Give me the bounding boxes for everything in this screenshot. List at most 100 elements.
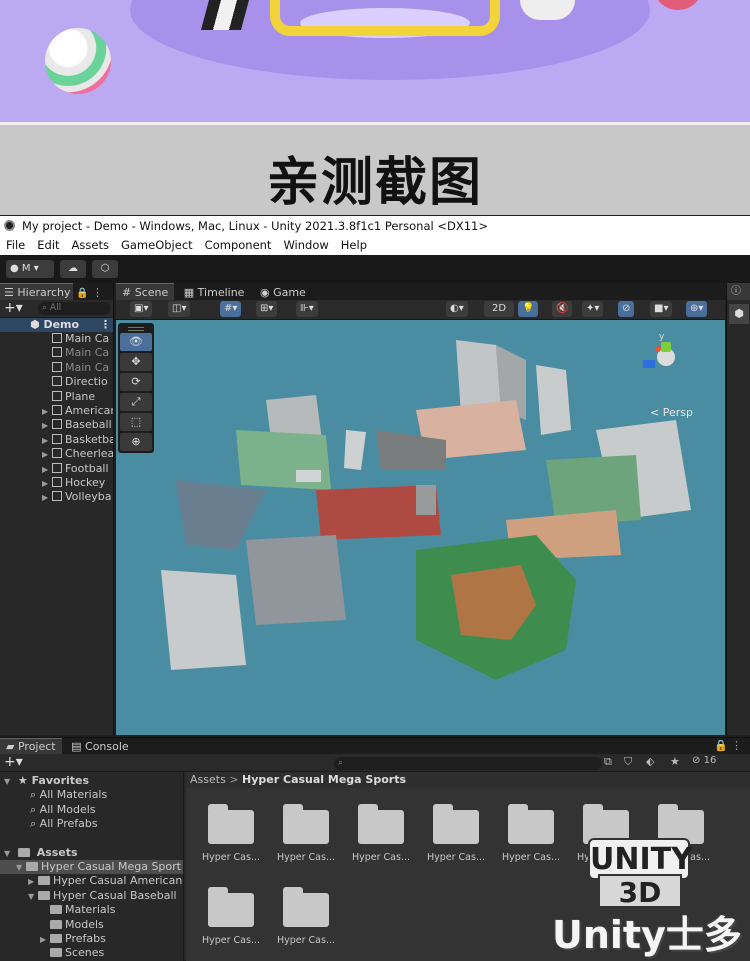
- asset-tree-item[interactable]: ▶ Hyper Casual American: [0, 874, 183, 888]
- rect-tool-icon[interactable]: ⬚: [120, 413, 152, 431]
- tab-hierarchy[interactable]: ☰ Hierarchy: [0, 283, 73, 300]
- tab-game[interactable]: ◉ Game: [254, 286, 312, 299]
- more-icon[interactable]: ⋮: [731, 738, 742, 754]
- breadcrumb-current[interactable]: Hyper Casual Mega Sports: [242, 773, 406, 786]
- inspector-tab-icon[interactable]: ⓘ: [727, 283, 750, 300]
- hierarchy-item[interactable]: Plane: [0, 390, 113, 404]
- hierarchy-item[interactable]: Main Ca: [0, 332, 113, 346]
- gizmos-dropdown[interactable]: ⊕▾: [686, 301, 708, 317]
- hierarchy-item[interactable]: ▶ Volleyba: [0, 490, 113, 504]
- hierarchy-item[interactable]: Directio: [0, 375, 113, 389]
- search-by-type-icon[interactable]: ⧉: [604, 755, 612, 769]
- menu-edit[interactable]: Edit: [31, 236, 65, 255]
- favorites-header[interactable]: ▼ ★ Favorites: [0, 774, 183, 788]
- hierarchy-item[interactable]: Main Ca: [0, 361, 113, 375]
- asset-tree-item[interactable]: ▼ Hyper Casual Mega Sport: [0, 859, 183, 875]
- chevron-right-icon[interactable]: ▶: [42, 448, 52, 461]
- chevron-right-icon[interactable]: ▶: [42, 419, 52, 432]
- chevron-right-icon[interactable]: ▶: [42, 477, 52, 490]
- hierarchy-item[interactable]: ▶ Cheerlea: [0, 447, 113, 461]
- hierarchy-item[interactable]: ▶ Hockey: [0, 476, 113, 490]
- account-dropdown[interactable]: ● M ▾: [6, 260, 54, 278]
- chevron-down-icon[interactable]: ▼: [28, 890, 38, 903]
- favorite-item[interactable]: ⌕ All Materials: [0, 788, 183, 802]
- cloud-icon[interactable]: ☁: [60, 260, 86, 278]
- snap-increment-dropdown[interactable]: ⊞▾: [256, 301, 278, 317]
- visibility-toggle-icon[interactable]: ⊘: [618, 301, 635, 317]
- menu-gameobject[interactable]: GameObject: [115, 236, 199, 255]
- tab-console[interactable]: ▤ Console: [65, 740, 135, 753]
- chevron-down-icon[interactable]: ▶: [28, 875, 38, 888]
- project-search-input[interactable]: ⌕: [334, 757, 602, 770]
- asset-tree-item[interactable]: Materials: [0, 903, 183, 917]
- breadcrumb-assets[interactable]: Assets: [190, 773, 226, 786]
- drag-handle[interactable]: [128, 327, 144, 331]
- filter-icon[interactable]: ⛉: [624, 755, 632, 769]
- menu-assets[interactable]: Assets: [66, 236, 115, 255]
- assets-header[interactable]: ▼ Assets: [0, 846, 183, 860]
- chevron-right-icon[interactable]: ▶: [42, 434, 52, 447]
- camera-dropdown[interactable]: ■▾: [650, 301, 673, 317]
- hierarchy-item[interactable]: ▶ American: [0, 404, 113, 418]
- tab-timeline[interactable]: ▦ Timeline: [178, 286, 254, 299]
- more-icon[interactable]: ⋮: [92, 286, 103, 299]
- menu-file[interactable]: File: [0, 236, 31, 255]
- chevron-right-icon[interactable]: ▶: [42, 491, 52, 504]
- favorite-item[interactable]: ⌕ All Models: [0, 803, 183, 817]
- asset-folder-tile[interactable]: Hyper Cas...: [426, 796, 486, 868]
- chevron-right-icon[interactable]: ▶: [40, 933, 50, 946]
- hierarchy-item[interactable]: ▶ Basketba: [0, 433, 113, 447]
- tab-project[interactable]: ▰ Project: [0, 738, 62, 754]
- asset-tree-item[interactable]: Scenes: [0, 946, 183, 960]
- asset-folder-tile[interactable]: Hyper Cas...: [276, 796, 336, 868]
- scale-tool-icon[interactable]: ⤢: [120, 393, 152, 411]
- chevron-right-icon[interactable]: ▶: [42, 463, 52, 476]
- view-tool-eye-icon[interactable]: 👁: [120, 333, 152, 351]
- rotate-tool-icon[interactable]: ⟳: [120, 373, 152, 391]
- add-icon[interactable]: +▾: [4, 300, 23, 316]
- grid-plane-dropdown[interactable]: ⊪▾: [296, 301, 318, 317]
- chevron-down-icon[interactable]: ▼: [16, 861, 26, 874]
- scene-viewport[interactable]: 👁 ✥ ⟳ ⤢ ⬚ ⊕ y < Persp: [116, 320, 725, 735]
- mode-2d-toggle[interactable]: 2D: [484, 301, 514, 317]
- lock-icon[interactable]: 🔒: [76, 288, 88, 299]
- add-icon[interactable]: +▾: [4, 754, 23, 770]
- star-icon[interactable]: ★: [670, 755, 680, 768]
- lock-icon[interactable]: 🔒: [714, 738, 728, 754]
- hidden-packages-toggle[interactable]: ⊘ 16: [692, 755, 716, 766]
- chevron-right-icon[interactable]: ▶: [42, 405, 52, 418]
- hierarchy-item[interactable]: ▶ Baseball: [0, 418, 113, 432]
- label-tag-icon[interactable]: ⬖: [646, 755, 654, 768]
- hierarchy-item[interactable]: ▶ Football: [0, 462, 113, 476]
- render-mode-dropdown[interactable]: ◐▾: [446, 301, 468, 317]
- tab-scene[interactable]: # Scene: [116, 283, 175, 300]
- menu-help[interactable]: Help: [335, 236, 373, 255]
- asset-folder-tile[interactable]: Hyper Cas...: [201, 796, 261, 868]
- asset-folder-tile[interactable]: Hyper Cas...: [201, 879, 261, 951]
- audio-icon[interactable]: 🔇: [552, 301, 573, 317]
- light-bulb-icon[interactable]: 💡: [518, 301, 539, 317]
- menu-window[interactable]: Window: [277, 236, 334, 255]
- effects-dropdown[interactable]: ✦▾: [582, 301, 604, 317]
- scene-root-item[interactable]: ⬢ Demo ⋮: [0, 318, 113, 332]
- gameobject-cube-icon: [52, 333, 62, 343]
- search-input[interactable]: ⌕ All: [38, 302, 110, 315]
- hierarchy-item[interactable]: Main Ca: [0, 346, 113, 360]
- asset-folder-tile[interactable]: Hyper Cas...: [351, 796, 411, 868]
- draw-mode-dropdown[interactable]: ▣▾: [130, 301, 153, 317]
- asset-folder-tile[interactable]: Hyper Cas...: [276, 879, 336, 951]
- collab-icon[interactable]: ⬡: [92, 260, 118, 278]
- grid-snap-toggle[interactable]: #▾: [220, 301, 242, 317]
- projection-label[interactable]: < Persp: [650, 406, 693, 419]
- asset-tree-item[interactable]: ▶ Prefabs: [0, 932, 183, 946]
- more-icon[interactable]: ⋮: [100, 318, 111, 332]
- favorite-item[interactable]: ⌕ All Prefabs: [0, 817, 183, 831]
- move-tool-icon[interactable]: ✥: [120, 353, 152, 371]
- transform-tool-icon[interactable]: ⊕: [120, 433, 152, 451]
- volleyball-graphic: [45, 28, 111, 94]
- asset-tree-item[interactable]: Models: [0, 918, 183, 932]
- orientation-gizmo[interactable]: y: [635, 332, 695, 398]
- asset-tree-item[interactable]: ▼ Hyper Casual Baseball: [0, 889, 183, 903]
- menu-component[interactable]: Component: [199, 236, 278, 255]
- shading-dropdown[interactable]: ◫▾: [168, 301, 191, 317]
